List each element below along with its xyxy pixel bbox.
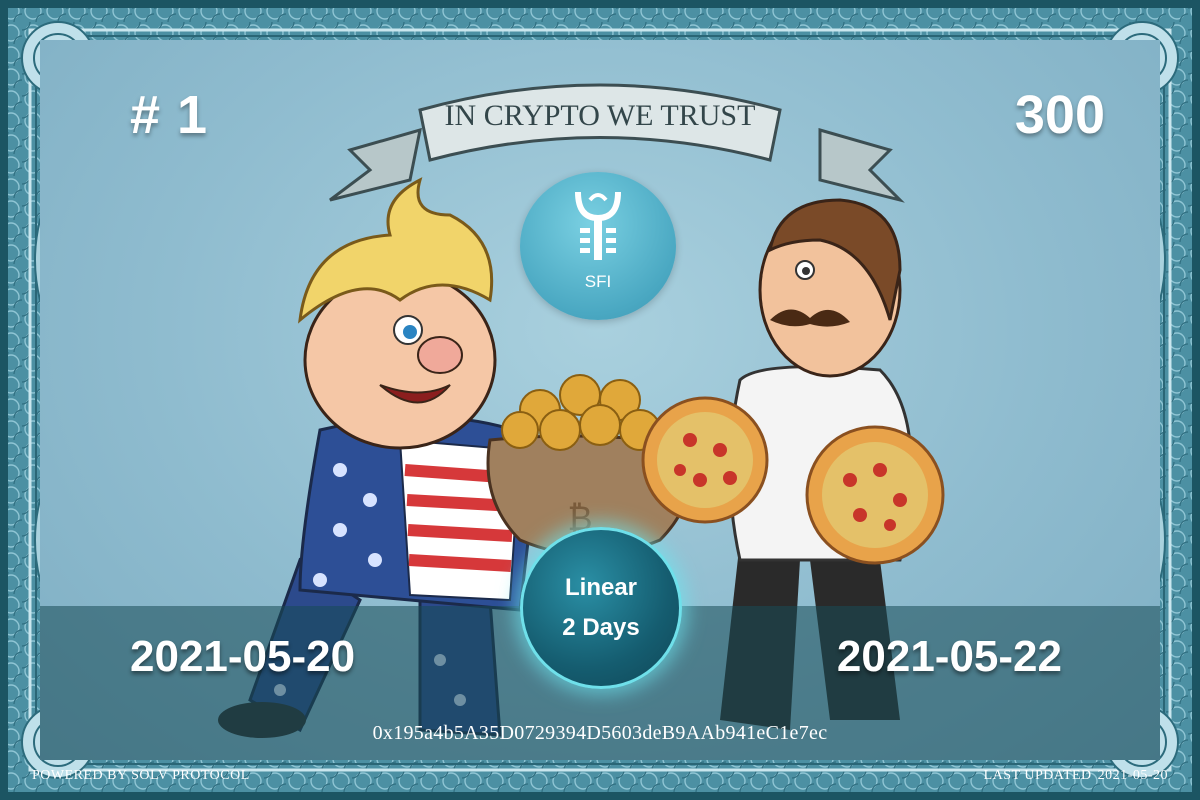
token-logo-icon: [575, 191, 621, 260]
contract-address: 0x195a4b5A35D0729394D5603deB9AAb941eC1e7…: [372, 722, 828, 744]
voucher-serial: # 1: [130, 85, 209, 145]
end-date: 2021-05-22: [836, 632, 1062, 681]
powered-by-footer: POWERED BY SOLV PROTOCOL: [32, 768, 250, 783]
vesting-type: Linear: [564, 574, 638, 601]
sfi-token-icon: SFI: [520, 172, 676, 320]
last-updated-footer: LAST UPDATED 2021-05-20: [984, 768, 1168, 784]
pizza-icon: [805, 425, 945, 565]
last-updated-date: 2021-05-20: [1097, 768, 1168, 783]
pizza-icon: [641, 396, 769, 524]
voucher-amount: 300: [1014, 85, 1105, 145]
banner-text: IN CRYPTO WE TRUST: [445, 99, 756, 132]
vesting-duration: 2 Days: [562, 614, 640, 641]
token-symbol: SFI: [584, 272, 612, 291]
last-updated-label: LAST UPDATED: [983, 768, 1092, 783]
vesting-badge: Linear 2 Days: [520, 527, 682, 689]
start-date: 2021-05-20: [130, 632, 356, 681]
voucher-card: IN CRYPTO WE TRUST ₿ SFI # 1 300 Linear …: [0, 0, 1200, 800]
